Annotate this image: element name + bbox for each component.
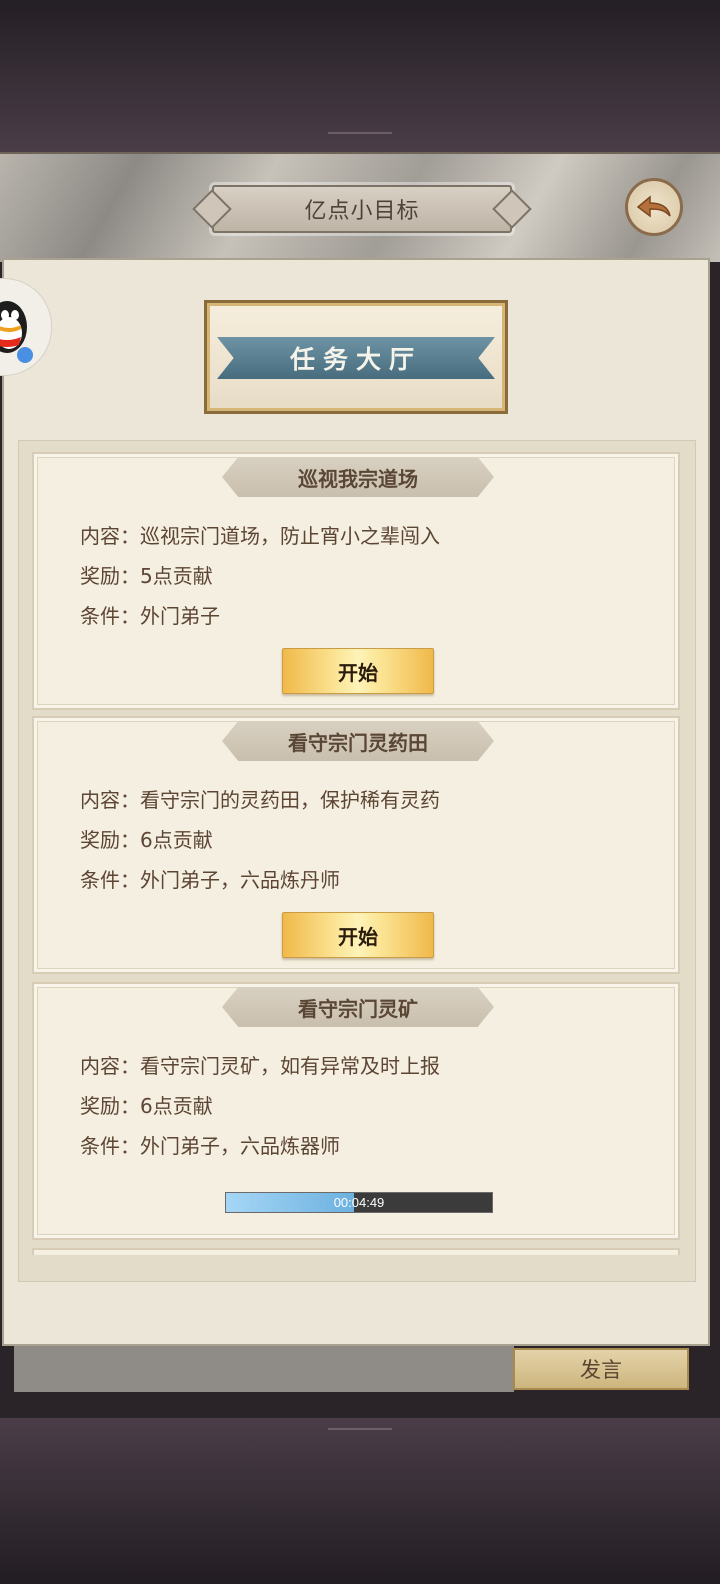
task-progress-bar: 00:04:49: [225, 1192, 493, 1213]
task-content: 内容：看守宗门灵矿，如有异常及时上报: [80, 1054, 440, 1078]
task-reward: 奖励：5点贡献: [80, 564, 213, 588]
task-title: 看守宗门灵药田: [288, 730, 428, 755]
task-content: 内容：看守宗门的灵药田，保护稀有灵药: [80, 788, 440, 812]
task-card: 巡视我宗道场 内容：巡视宗门道场，防止宵小之辈闯入 奖励：5点贡献 条件：外门弟…: [32, 452, 680, 710]
task-condition: 条件：外门弟子: [80, 604, 220, 628]
back-arrow-icon: [636, 195, 671, 218]
header-banner: 亿点小目标: [212, 185, 512, 233]
task-card: 看守宗门灵矿 内容：看守宗门灵矿，如有异常及时上报 奖励：6点贡献 条件：外门弟…: [32, 982, 680, 1240]
plaque-title: 任务大厅: [289, 345, 422, 374]
task-condition: 条件：外门弟子，六品炼丹师: [80, 868, 340, 892]
start-button[interactable]: 开始: [282, 912, 434, 958]
speak-button[interactable]: 发言: [513, 1348, 689, 1390]
plaque-ribbon: 任务大厅: [217, 337, 495, 379]
task-card-partial: [32, 1248, 680, 1255]
bottom-backdrop: [0, 1418, 720, 1584]
task-title-tab: 看守宗门灵药田: [222, 721, 494, 761]
task-content: 内容：巡视宗门道场，防止宵小之辈闯入: [80, 524, 440, 548]
start-button[interactable]: 开始: [282, 648, 434, 694]
top-backdrop: [0, 0, 720, 152]
task-title-tab: 看守宗门灵矿: [222, 987, 494, 1027]
task-reward: 奖励：6点贡献: [80, 1094, 213, 1118]
task-condition: 条件：外门弟子，六品炼器师: [80, 1134, 340, 1158]
task-title-tab: 巡视我宗道场: [222, 457, 494, 497]
page-title: 亿点小目标: [304, 199, 420, 224]
task-timer-text: 00:04:49: [333, 1195, 385, 1210]
task-list[interactable]: 巡视我宗道场 内容：巡视宗门道场，防止宵小之辈闯入 奖励：5点贡献 条件：外门弟…: [30, 450, 684, 1255]
task-title: 巡视我宗道场: [298, 466, 418, 491]
task-reward: 奖励：6点贡献: [80, 828, 213, 852]
task-title: 看守宗门灵矿: [298, 996, 418, 1021]
task-hall-plaque: 任务大厅: [204, 300, 508, 414]
task-card: 看守宗门灵药田 内容：看守宗门的灵药田，保护稀有灵药 奖励：6点贡献 条件：外门…: [32, 716, 680, 974]
back-button[interactable]: [625, 178, 683, 236]
bottom-ornament: [328, 1428, 392, 1444]
chat-input-bar[interactable]: [14, 1346, 514, 1392]
top-ornament: [328, 132, 392, 148]
